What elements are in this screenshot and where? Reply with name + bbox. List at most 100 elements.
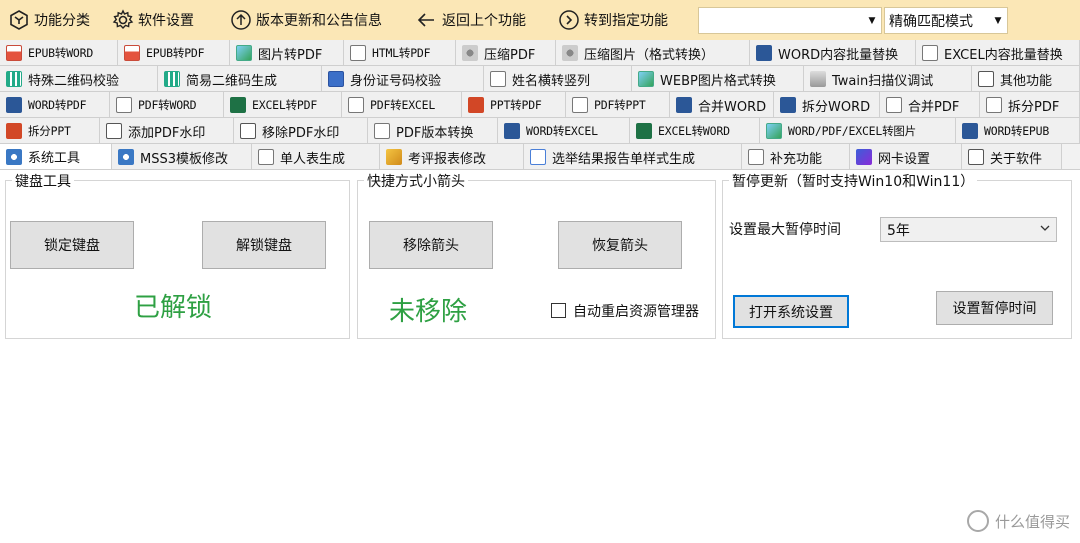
keyboard-status: 已解锁 bbox=[134, 293, 213, 323]
remove-arrow-button[interactable]: 移除箭头 bbox=[369, 221, 493, 269]
panel-title: 键盘工具 bbox=[12, 171, 74, 191]
tab-word-to-pdf[interactable]: WORD转PDF bbox=[0, 92, 110, 117]
tab-remove-pdf-watermark[interactable]: 移除PDF水印 bbox=[234, 118, 368, 143]
epub-icon bbox=[124, 45, 140, 61]
epub-icon bbox=[6, 45, 22, 61]
tab-excel-to-pdf[interactable]: EXCEL转PDF bbox=[224, 92, 342, 117]
tab-pdf-to-excel[interactable]: PDF转EXCEL bbox=[342, 92, 462, 117]
watermark-text: 什么值得买 bbox=[994, 512, 1070, 531]
info-icon bbox=[968, 149, 984, 165]
word-icon bbox=[780, 97, 796, 113]
tab-epub-to-pdf[interactable]: EPUB转PDF bbox=[118, 40, 230, 65]
tab-network-card[interactable]: 网卡设置 bbox=[850, 144, 962, 169]
watermark-icon bbox=[240, 123, 256, 139]
tab-compress-pdf[interactable]: 压缩PDF bbox=[456, 40, 556, 65]
match-mode-select[interactable]: 精确匹配模式 ▼ bbox=[884, 7, 1008, 34]
function-search-combo[interactable]: ▼ bbox=[698, 7, 882, 34]
tab-add-pdf-watermark[interactable]: 添加PDF水印 bbox=[100, 118, 234, 143]
tab-supplementary[interactable]: 补充功能 bbox=[742, 144, 850, 169]
settings-label: 软件设置 bbox=[138, 13, 194, 29]
tab-evaluation-report[interactable]: 考评报表修改 bbox=[380, 144, 524, 169]
tab-word-batch-replace[interactable]: WORD内容批量替换 bbox=[750, 40, 916, 65]
gear-icon bbox=[6, 148, 22, 165]
tab-other-functions[interactable]: 其他功能 bbox=[972, 66, 1080, 91]
match-mode-value: 精确匹配模式 bbox=[889, 13, 973, 30]
tab-simple-qr-generate[interactable]: 简易二维码生成 bbox=[158, 66, 322, 91]
tab-epub-to-word[interactable]: EPUB转WORD bbox=[0, 40, 118, 65]
tab-excel-to-word[interactable]: EXCEL转WORD bbox=[630, 118, 760, 143]
unlock-keyboard-button[interactable]: 解锁键盘 bbox=[202, 221, 326, 269]
tab-split-ppt[interactable]: 拆分PPT bbox=[0, 118, 100, 143]
tab-image-to-pdf[interactable]: 图片转PDF bbox=[230, 40, 344, 65]
max-pause-select[interactable]: 5年 bbox=[880, 217, 1057, 242]
shortcut-arrow-panel: 快捷方式小箭头 移除箭头 恢复箭头 未移除 自动重启资源管理器 bbox=[357, 171, 716, 339]
pdf-icon bbox=[886, 97, 902, 113]
tab-about[interactable]: 关于软件 bbox=[962, 144, 1062, 169]
tab-pdf-to-word[interactable]: PDF转WORD bbox=[110, 92, 224, 117]
gear-icon bbox=[112, 9, 134, 31]
arrow-status: 未移除 bbox=[389, 297, 468, 327]
open-system-settings-button[interactable]: 打开系统设置 bbox=[733, 295, 849, 328]
pdf-icon bbox=[572, 97, 588, 113]
set-pause-time-button[interactable]: 设置暂停时间 bbox=[936, 291, 1053, 325]
word-icon bbox=[756, 45, 772, 61]
pdf-icon bbox=[374, 123, 390, 139]
tab-row-3: WORD转PDF PDF转WORD EXCEL转PDF PDF转EXCEL PP… bbox=[0, 92, 1080, 118]
ppt-icon bbox=[6, 123, 22, 139]
tab-election-report[interactable]: 选举结果报告单样式生成 bbox=[524, 144, 742, 169]
tab-excel-batch-replace[interactable]: EXCEL内容批量替换 bbox=[916, 40, 1080, 65]
tab-merge-pdf[interactable]: 合并PDF bbox=[880, 92, 980, 117]
tab-twain-scanner-debug[interactable]: Twain扫描仪调试 bbox=[804, 66, 972, 91]
tab-word-to-excel[interactable]: WORD转EXCEL bbox=[498, 118, 630, 143]
tab-merge-word[interactable]: 合并WORD bbox=[670, 92, 774, 117]
restore-arrow-button[interactable]: 恢复箭头 bbox=[558, 221, 682, 269]
restart-explorer-checkbox[interactable] bbox=[551, 303, 566, 318]
pdf-icon bbox=[986, 97, 1002, 113]
name-list-icon bbox=[490, 71, 506, 87]
restart-explorer-label: 自动重启资源管理器 bbox=[573, 304, 699, 320]
tab-doc-to-image[interactable]: WORD/PDF/EXCEL转图片 bbox=[760, 118, 956, 143]
max-pause-label: 设置最大暂停时间 bbox=[729, 222, 841, 238]
tab-mss3-template[interactable]: MSS3模板修改 bbox=[112, 144, 252, 169]
pdf-icon bbox=[116, 97, 132, 113]
tab-pdf-version-convert[interactable]: PDF版本转换 bbox=[368, 118, 498, 143]
tab-webp-convert[interactable]: WEBP图片格式转换 bbox=[632, 66, 804, 91]
tab-system-tools[interactable]: 系统工具 bbox=[0, 144, 112, 169]
tab-id-number-check[interactable]: 身份证号码校验 bbox=[322, 66, 484, 91]
tab-split-word[interactable]: 拆分WORD bbox=[774, 92, 880, 117]
more-icon bbox=[978, 71, 994, 87]
category-icon bbox=[8, 9, 30, 31]
max-pause-value: 5年 bbox=[887, 222, 910, 239]
tab-special-qr-check[interactable]: 特殊二维码校验 bbox=[0, 66, 158, 91]
tab-html-to-pdf[interactable]: HTML转PDF bbox=[344, 40, 456, 65]
arrow-up-circle-icon bbox=[230, 9, 252, 31]
tab-ppt-to-pdf[interactable]: PPT转PDF bbox=[462, 92, 566, 117]
top-toolbar: 功能分类 软件设置 版本更新和公告信息 返回上个功能 转到指定功能 ▼ 精确匹配… bbox=[0, 0, 1080, 40]
tab-name-horizontal-to-vertical[interactable]: 姓名横转竖列 bbox=[484, 66, 632, 91]
word-icon bbox=[504, 123, 520, 139]
tab-row-5: 系统工具 MSS3模板修改 单人表生成 考评报表修改 选举结果报告单样式生成 补… bbox=[0, 144, 1080, 170]
category-button[interactable]: 功能分类 bbox=[2, 0, 96, 40]
document-icon bbox=[258, 149, 274, 165]
settings-button[interactable]: 软件设置 bbox=[106, 0, 200, 40]
goto-button[interactable]: 转到指定功能 bbox=[552, 0, 674, 40]
update-news-label: 版本更新和公告信息 bbox=[256, 13, 382, 29]
edit-icon bbox=[386, 149, 402, 165]
back-button[interactable]: 返回上个功能 bbox=[410, 0, 532, 40]
panel-title: 暂停更新（暂时支持Win10和Win11） bbox=[729, 171, 978, 191]
tab-word-to-epub[interactable]: WORD转EPUB bbox=[956, 118, 1080, 143]
tab-row-4: 拆分PPT 添加PDF水印 移除PDF水印 PDF版本转换 WORD转EXCEL… bbox=[0, 118, 1080, 144]
network-icon bbox=[856, 149, 872, 165]
tab-compress-image[interactable]: 压缩图片（格式转换） bbox=[556, 40, 750, 65]
update-news-button[interactable]: 版本更新和公告信息 bbox=[224, 0, 388, 40]
tab-row-1: EPUB转WORD EPUB转PDF 图片转PDF HTML转PDF 压缩PDF… bbox=[0, 40, 1080, 66]
lock-keyboard-button[interactable]: 锁定键盘 bbox=[10, 221, 134, 269]
dropdown-arrow-icon[interactable]: ▼ bbox=[865, 8, 879, 33]
arrow-right-circle-icon bbox=[558, 9, 580, 31]
dropdown-arrow-icon[interactable]: ▼ bbox=[991, 8, 1005, 33]
tab-split-pdf[interactable]: 拆分PDF bbox=[980, 92, 1080, 117]
watermark-logo-icon bbox=[966, 510, 989, 532]
tab-pdf-to-ppt[interactable]: PDF转PPT bbox=[566, 92, 670, 117]
document-icon bbox=[748, 149, 764, 165]
tab-single-form[interactable]: 单人表生成 bbox=[252, 144, 380, 169]
